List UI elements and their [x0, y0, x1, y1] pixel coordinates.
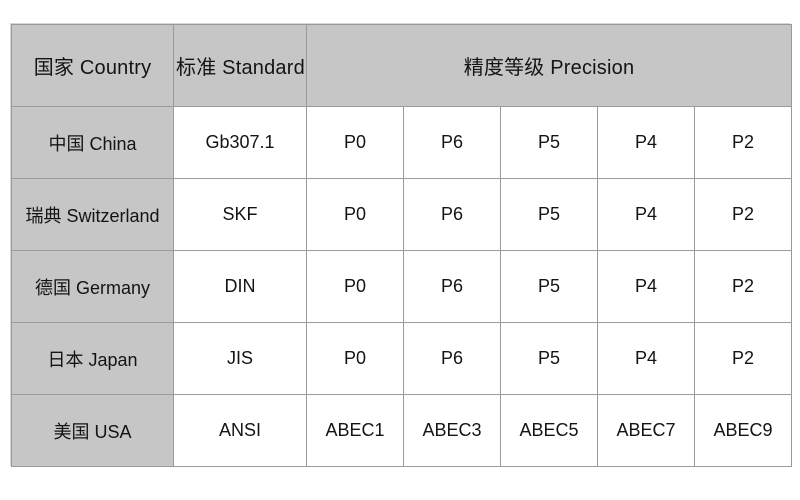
column-header-standard: 标准 Standard [173, 24, 307, 107]
precision-grade-cell: P6 [403, 106, 501, 179]
precision-grade-cell: ABEC1 [306, 394, 404, 467]
precision-grade-cell: P2 [694, 322, 792, 395]
precision-grade-cell: P6 [403, 250, 501, 323]
precision-grade-cell: P0 [306, 322, 404, 395]
precision-grade-cell: P0 [306, 178, 404, 251]
precision-grade-cell: ABEC9 [694, 394, 792, 467]
precision-grade-cell: P2 [694, 250, 792, 323]
standard-cell: Gb307.1 [173, 106, 307, 179]
country-cell: 中国 China [11, 106, 174, 179]
standard-cell: JIS [173, 322, 307, 395]
precision-grade-cell: P0 [306, 250, 404, 323]
precision-grade-cell: ABEC3 [403, 394, 501, 467]
precision-grade-cell: P4 [597, 250, 695, 323]
precision-grade-cell: P5 [500, 250, 598, 323]
table-row: 日本 Japan JIS P0 P6 P5 P4 P2 [11, 322, 792, 395]
country-cell: 德国 Germany [11, 250, 174, 323]
standard-cell: DIN [173, 250, 307, 323]
standard-cell: ANSI [173, 394, 307, 467]
table-row: 中国 China Gb307.1 P0 P6 P5 P4 P2 [11, 106, 792, 179]
precision-grade-cell: P5 [500, 178, 598, 251]
bearing-precision-table-container: 国家 Country 标准 Standard 精度等级 Precision 中国… [10, 23, 792, 467]
table-row: 瑞典 Switzerland SKF P0 P6 P5 P4 P2 [11, 178, 792, 251]
precision-grade-cell: P4 [597, 322, 695, 395]
column-header-country: 国家 Country [11, 24, 174, 107]
country-cell: 美国 USA [11, 394, 174, 467]
precision-grade-cell: P4 [597, 106, 695, 179]
precision-grade-cell: ABEC5 [500, 394, 598, 467]
country-cell: 日本 Japan [11, 322, 174, 395]
precision-grade-cell: P5 [500, 106, 598, 179]
country-cell: 瑞典 Switzerland [11, 178, 174, 251]
precision-grade-cell: P2 [694, 106, 792, 179]
table-row: 德国 Germany DIN P0 P6 P5 P4 P2 [11, 250, 792, 323]
table-body: 中国 China Gb307.1 P0 P6 P5 P4 P2 瑞典 Switzerland S… [11, 106, 792, 467]
bearing-precision-table: 国家 Country 标准 Standard 精度等级 Precision 中国… [11, 24, 792, 467]
precision-grade-cell: P5 [500, 322, 598, 395]
table-header-row: 国家 Country 标准 Standard 精度等级 Precision [11, 24, 792, 107]
table-row: 美国 USA ANSI ABEC1 ABEC3 ABEC5 ABEC7 ABEC9 [11, 394, 792, 467]
precision-grade-cell: P6 [403, 322, 501, 395]
standard-cell: SKF [173, 178, 307, 251]
column-header-precision: 精度等级 Precision [306, 24, 792, 107]
precision-grade-cell: P6 [403, 178, 501, 251]
precision-grade-cell: P2 [694, 178, 792, 251]
precision-grade-cell: ABEC7 [597, 394, 695, 467]
precision-grade-cell: P4 [597, 178, 695, 251]
table-head: 国家 Country 标准 Standard 精度等级 Precision [11, 24, 792, 107]
precision-grade-cell: P0 [306, 106, 404, 179]
